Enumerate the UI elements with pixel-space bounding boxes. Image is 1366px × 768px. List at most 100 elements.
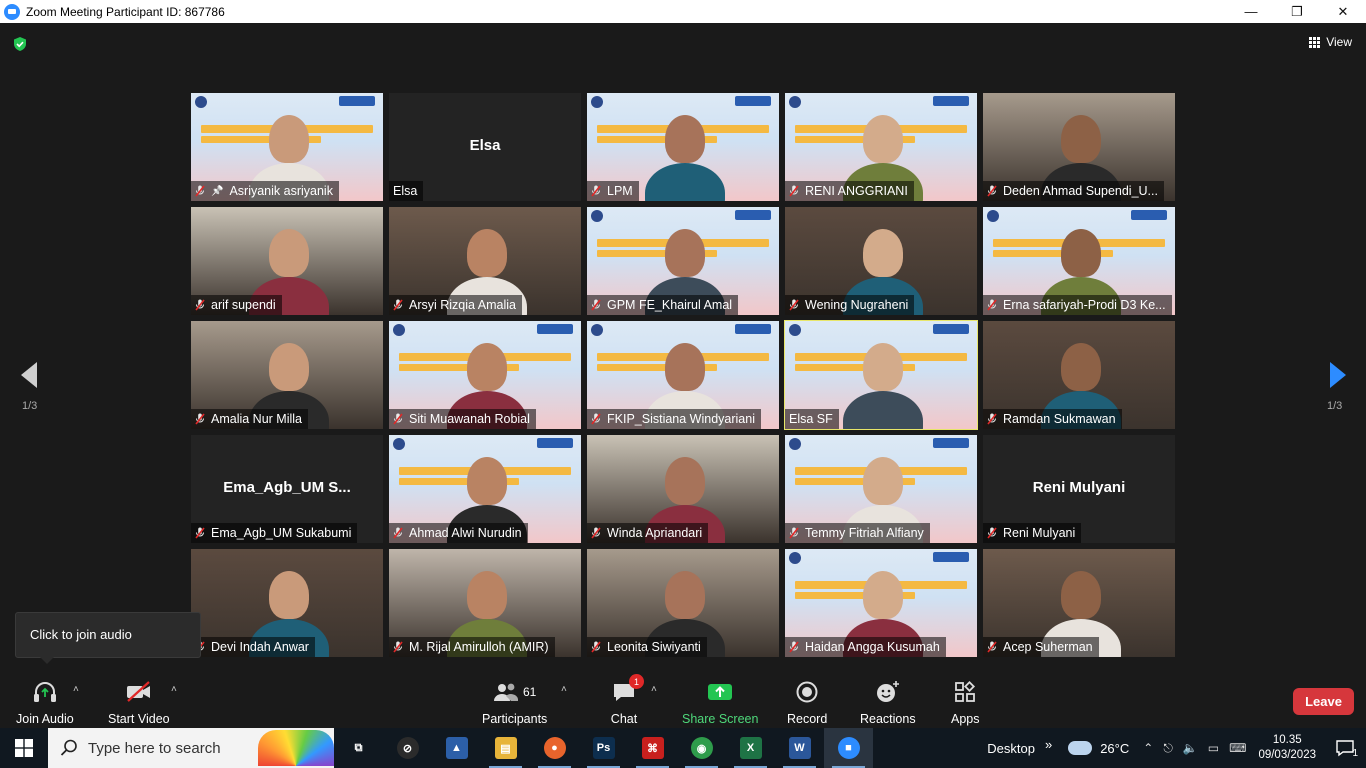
participant-display-name: Elsa (469, 137, 501, 154)
participants-button[interactable]: 61 Participants (482, 678, 547, 726)
taskbar-clock[interactable]: 10.35 09/03/2023 (1258, 733, 1316, 763)
network-icon[interactable]: ▭ (1208, 741, 1219, 756)
muted-mic-icon (393, 299, 403, 311)
participant-name-label: Siti Muawanah Robial (389, 409, 536, 429)
participant-tile[interactable]: Elsa Elsa (389, 93, 581, 201)
participant-display-name: Reni Mulyani (1032, 479, 1126, 496)
taskbar-app-file-explorer[interactable]: ▤ (481, 728, 530, 768)
taskbar-app-photoshop[interactable]: Ps (579, 728, 628, 768)
chat-button[interactable]: 1 Chat (610, 674, 644, 726)
participant-tile[interactable]: Devi Indah Anwar (191, 549, 383, 657)
start-video-button[interactable]: Start Video (108, 678, 170, 726)
restore-button[interactable]: ❐ (1274, 0, 1320, 23)
join-audio-button[interactable]: Join Audio (16, 678, 74, 726)
participant-tile[interactable]: FKIP_Sistiana Windyariani (587, 321, 779, 429)
pin-icon: 📌 (211, 185, 224, 197)
taskbar-app-app-inspector[interactable]: ▲ (432, 728, 481, 768)
participant-tile[interactable]: Elsa SF (784, 320, 978, 430)
toolbar-expand-chevrons[interactable]: » (1045, 737, 1052, 752)
participant-tile[interactable]: M. Rijal Amirulloh (AMIR) (389, 549, 581, 657)
apps-button[interactable]: Apps (951, 678, 980, 726)
headphones-icon (31, 678, 59, 706)
volume-icon[interactable]: 🔈 (1183, 741, 1198, 756)
participant-tile[interactable]: Ema_Agb_UM S... Ema_Agb_UM Sukabumi (191, 435, 383, 543)
taskbar-app-app-circle[interactable]: ⊘ (383, 728, 432, 768)
share-screen-button[interactable]: Share Screen (682, 678, 758, 726)
show-hidden-icons-icon[interactable]: ⌃ (1143, 741, 1153, 756)
taskbar-app-excel[interactable]: X (726, 728, 775, 768)
previous-page-arrow-icon[interactable] (19, 360, 39, 390)
participant-tile[interactable]: Ramdan Sukmawan (983, 321, 1175, 429)
participant-tile[interactable]: Deden Ahmad Supendi_U... (983, 93, 1175, 201)
participant-tile[interactable]: 📌 Asriyanik asriyanik (191, 93, 383, 201)
participant-tile[interactable]: Ahmad Alwi Nurudin (389, 435, 581, 543)
close-button[interactable]: ✕ (1320, 0, 1366, 23)
participant-name: Ema_Agb_UM Sukabumi (211, 526, 352, 540)
participant-tile[interactable]: GPM FE_Khairul Amal (587, 207, 779, 315)
chat-options-caret[interactable]: ˄ (651, 684, 657, 695)
participant-tile[interactable]: Amalia Nur Milla (191, 321, 383, 429)
participants-options-caret[interactable]: ˄ (561, 684, 567, 695)
participant-tile[interactable]: Leonita Siwiyanti (587, 549, 779, 657)
muted-mic-icon (591, 299, 601, 311)
next-page-arrow-icon[interactable] (1328, 360, 1348, 390)
participant-tile[interactable]: RENI ANGGRIANI (785, 93, 977, 201)
participant-tile[interactable]: Siti Muawanah Robial (389, 321, 581, 429)
taskbar-app-acrobat[interactable]: ⌘ (628, 728, 677, 768)
keyboard-icon[interactable]: ⌨ (1229, 741, 1246, 756)
desktop-toolbar-label[interactable]: Desktop (987, 741, 1035, 756)
share-screen-label: Share Screen (682, 712, 759, 726)
chrome-icon: ◉ (690, 737, 713, 759)
view-button[interactable]: View (1309, 35, 1352, 49)
meet-now-icon[interactable]: ⎋ (1163, 741, 1173, 756)
participant-tile[interactable]: Arsyi Rizqia Amalia (389, 207, 581, 315)
acrobat-icon: ⌘ (641, 737, 664, 759)
start-button[interactable] (0, 728, 48, 768)
muted-mic-icon (987, 185, 997, 197)
participant-tile[interactable]: Erna safariyah-Prodi D3 Ke... (983, 207, 1175, 315)
audio-options-caret[interactable]: ˄ (73, 684, 79, 695)
participant-name-label: GPM FE_Khairul Amal (587, 295, 739, 315)
app-circle-icon: ⊘ (396, 737, 419, 759)
participant-tile[interactable]: Acep Suherman (983, 549, 1175, 657)
taskbar-app-firefox[interactable]: ● (530, 728, 579, 768)
participant-name: Acep Suherman (1003, 640, 1093, 654)
participant-name: Winda Apriandari (607, 526, 703, 540)
taskbar-app-task-view[interactable]: ⧉ (334, 728, 383, 768)
participant-name-label: Elsa (389, 181, 424, 201)
participant-tile[interactable]: Winda Apriandari (587, 435, 779, 543)
encryption-shield-icon[interactable] (12, 36, 28, 52)
leave-button[interactable]: Leave (1293, 688, 1354, 715)
weather-widget[interactable]: 26°C (1068, 741, 1129, 756)
participant-tile[interactable]: LPM (587, 93, 779, 201)
participant-name: GPM FE_Khairul Amal (607, 298, 733, 312)
participant-tile[interactable]: arif supendi (191, 207, 383, 315)
participant-name-label: Reni Mulyani (983, 523, 1082, 543)
minimize-button[interactable]: — (1228, 0, 1274, 23)
participant-tile[interactable]: Reni Mulyani Reni Mulyani (983, 435, 1175, 543)
record-button[interactable]: Record (787, 678, 827, 726)
zoom-icon: ■ (837, 737, 860, 759)
participant-name-label: Leonita Siwiyanti (587, 637, 707, 657)
taskbar-app-chrome[interactable]: ◉ (677, 728, 726, 768)
reactions-icon (874, 678, 902, 706)
participant-name: Ramdan Sukmawan (1003, 412, 1116, 426)
reactions-button[interactable]: Reactions (860, 678, 916, 726)
taskbar-search-box[interactable]: Type here to search (48, 728, 334, 768)
taskbar-app-zoom[interactable]: ■ (824, 728, 873, 768)
taskbar-app-word[interactable]: W (775, 728, 824, 768)
notification-center-button[interactable]: 1 (1330, 733, 1360, 763)
participant-tile[interactable]: Wening Nugraheni (785, 207, 977, 315)
video-options-caret[interactable]: ˄ (171, 684, 177, 695)
participant-tile[interactable]: Haidan Angga Kusumah (785, 549, 977, 657)
participant-name-label: M. Rijal Amirulloh (AMIR) (389, 637, 555, 657)
participant-name-label: Ramdan Sukmawan (983, 409, 1122, 429)
task-view-icon: ⧉ (347, 737, 370, 759)
muted-mic-icon (789, 641, 799, 653)
record-label: Record (787, 712, 828, 726)
muted-mic-icon (393, 641, 403, 653)
excel-icon: X (739, 737, 762, 759)
window-title-bar: Zoom Meeting Participant ID: 867786 — ❐ … (0, 0, 1366, 23)
participant-tile[interactable]: Temmy Fitriah Alfiany (785, 435, 977, 543)
page-indicator-left: 1/3 (22, 400, 38, 412)
